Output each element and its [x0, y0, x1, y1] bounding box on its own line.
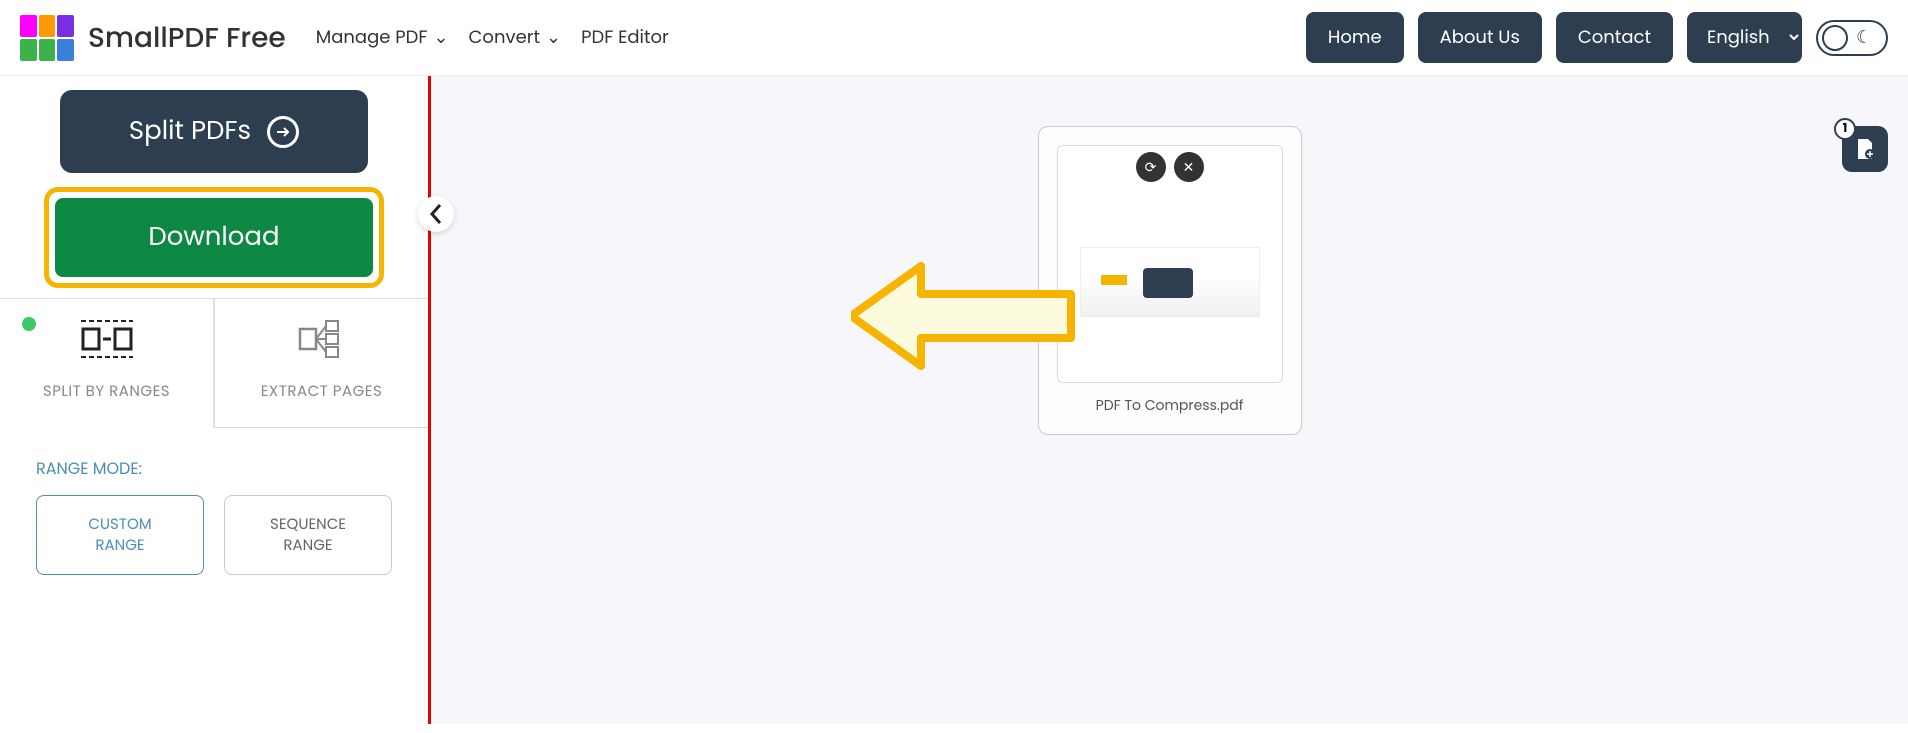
extract-pages-icon [294, 317, 350, 361]
remove-button[interactable]: ✕ [1174, 152, 1204, 182]
app-logo [20, 15, 74, 61]
tab-label: SPLIT BY RANGES [12, 380, 201, 403]
range-btn-line1: SEQUENCE [239, 514, 377, 535]
range-section: RANGE MODE: CUSTOM RANGE SEQUENCE RANGE [0, 428, 428, 603]
arrow-right-icon [267, 116, 299, 148]
file-name: PDF To Compress.pdf [1057, 395, 1283, 416]
theme-toggle[interactable]: ☾ [1816, 20, 1888, 56]
range-btn-line2: RANGE [51, 535, 189, 556]
nav-label: Manage PDF [316, 24, 428, 51]
nav-right: Home About Us Contact English ☾ [1306, 12, 1888, 63]
content-area: ⟳ ✕ PDF To Compress.pdf 1 [431, 76, 1908, 724]
split-pdfs-button[interactable]: Split PDFs [60, 90, 368, 173]
chevron-down-icon: ⌄ [546, 24, 561, 51]
chevron-down-icon: ⌄ [433, 24, 448, 51]
close-icon: ✕ [1183, 157, 1195, 178]
preview-controls: ⟳ ✕ [1064, 152, 1276, 182]
download-button[interactable]: Download [55, 198, 373, 277]
pdf-thumbnail[interactable] [1064, 188, 1276, 376]
custom-range-button[interactable]: CUSTOM RANGE [36, 495, 204, 575]
callout-arrow-icon [851, 256, 1081, 376]
contact-button[interactable]: Contact [1556, 12, 1673, 63]
sequence-range-button[interactable]: SEQUENCE RANGE [224, 495, 392, 575]
collapse-sidebar-button[interactable] [418, 196, 454, 232]
tab-split-by-ranges[interactable]: SPLIT BY RANGES [0, 299, 214, 428]
active-indicator [22, 317, 36, 331]
brand-title: SmallPDF Free [88, 17, 286, 59]
split-ranges-icon [79, 317, 135, 361]
split-label: Split PDFs [129, 112, 251, 151]
nav-pdf-editor[interactable]: PDF Editor [581, 24, 669, 51]
download-highlight: Download [44, 187, 384, 288]
rotate-button[interactable]: ⟳ [1136, 152, 1166, 182]
range-btn-line2: RANGE [239, 535, 377, 556]
sidebar: Split PDFs Download SPLIT BY RANGES [0, 76, 431, 724]
file-add-icon [1853, 137, 1877, 161]
range-buttons: CUSTOM RANGE SEQUENCE RANGE [36, 495, 392, 575]
file-preview: ⟳ ✕ [1057, 145, 1283, 383]
mode-tabs: SPLIT BY RANGES EXTRACT PAGES [0, 298, 428, 428]
add-file-button[interactable]: 1 [1842, 126, 1888, 172]
nav-label: PDF Editor [581, 24, 669, 51]
tab-label: EXTRACT PAGES [227, 380, 416, 403]
tab-extract-pages[interactable]: EXTRACT PAGES [214, 299, 428, 428]
toggle-handle [1822, 25, 1848, 51]
nav-label: Convert [469, 24, 540, 51]
rotate-icon: ⟳ [1145, 157, 1157, 178]
language-select[interactable]: English [1687, 12, 1802, 63]
moon-icon: ☾ [1856, 24, 1872, 51]
header: SmallPDF Free Manage PDF ⌄ Convert ⌄ PDF… [0, 0, 1908, 76]
main: Split PDFs Download SPLIT BY RANGES [0, 76, 1908, 724]
about-button[interactable]: About Us [1418, 12, 1542, 63]
nav-manage-pdf[interactable]: Manage PDF ⌄ [316, 24, 449, 51]
nav-left: Manage PDF ⌄ Convert ⌄ PDF Editor [316, 24, 669, 51]
range-btn-line1: CUSTOM [51, 514, 189, 535]
nav-convert[interactable]: Convert ⌄ [469, 24, 562, 51]
range-mode-title: RANGE MODE: [36, 456, 392, 481]
home-button[interactable]: Home [1306, 12, 1404, 63]
file-count-badge: 1 [1834, 118, 1856, 140]
chevron-left-icon [429, 203, 443, 225]
